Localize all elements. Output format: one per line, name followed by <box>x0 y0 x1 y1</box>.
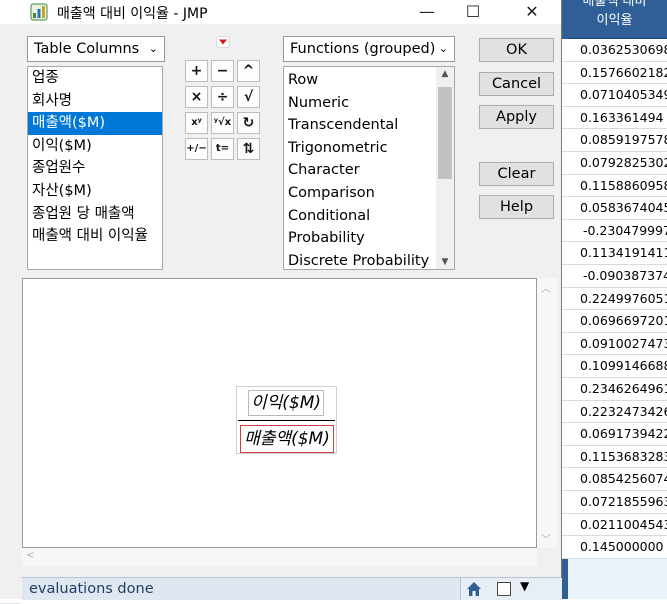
table-cell[interactable]: 0.2232473426 <box>562 400 667 424</box>
table-cell[interactable]: -0.090387374 <box>562 265 667 288</box>
table-columns-dropdown[interactable]: Table Columns ⌄ <box>27 36 165 62</box>
help-button[interactable]: Help <box>479 195 554 219</box>
root-button[interactable]: ʸ√x <box>211 112 234 134</box>
cancel-button[interactable]: Cancel <box>479 72 554 96</box>
function-category-item[interactable]: Numeric <box>284 92 454 115</box>
sqrt-button[interactable]: √ <box>237 86 260 108</box>
scroll-up-icon[interactable]: ︿ <box>541 280 551 295</box>
x-power-y-button[interactable]: xʸ <box>185 112 208 134</box>
minimize-button[interactable]: — <box>404 0 450 24</box>
formula-vertical-scrollbar[interactable]: ︿ ﹀ <box>537 278 557 548</box>
table-cell[interactable]: 0.1099146688 <box>562 355 667 378</box>
ok-button[interactable]: OK <box>479 38 554 62</box>
functions-dropdown-label: Functions (grouped) <box>290 41 436 57</box>
column-list-item[interactable]: 종업원 당 매출액 <box>28 203 162 226</box>
clear-button[interactable]: Clear <box>479 162 554 186</box>
table-cell[interactable]: 0.0696697201 <box>562 310 667 333</box>
home-icon[interactable] <box>466 581 482 597</box>
table-cell[interactable]: 0.2346264961 <box>562 378 667 401</box>
column-header-profit-margin[interactable]: 매출액 대비 이익율 <box>562 0 667 39</box>
function-category-item[interactable]: Comparison <box>284 182 454 205</box>
function-category-item[interactable]: Transcendental <box>284 114 454 137</box>
refresh-icon[interactable]: ↻ <box>237 112 260 134</box>
table-cell[interactable]: 0.145000000 <box>562 536 667 559</box>
table-cell[interactable]: 0.0583674045 <box>562 197 667 220</box>
scroll-down-icon[interactable]: ▼ <box>436 257 454 267</box>
column-list[interactable]: 업종 회사명 매출액($M) 이익($M) 종업원수 자산($M) 종업원 당 매출액 매출액… <box>27 66 163 270</box>
table-cell[interactable]: 0.0691739422 <box>562 423 667 446</box>
column-list-item[interactable]: 매출액($M) <box>28 112 162 135</box>
formula-editor-dialog: 매출액 대비 이익율 - JMP — ☐ ✕ Table Columns ⌄ 업… <box>0 0 562 600</box>
functions-dropdown[interactable]: Functions (grouped) ⌄ <box>283 36 455 62</box>
table-cell[interactable]: 0.1576602182 <box>562 61 667 85</box>
column-list-item[interactable]: 매출액 대비 이익율 <box>28 225 162 248</box>
function-category-item[interactable]: Trigonometric <box>284 137 454 160</box>
power-caret-button[interactable]: ^ <box>237 60 260 82</box>
scroll-down-icon[interactable]: ﹀ <box>541 531 551 546</box>
column-list-item[interactable]: 자산($M) <box>28 180 162 203</box>
fraction-bar <box>238 420 335 421</box>
scroll-thumb[interactable] <box>438 87 452 179</box>
close-button[interactable]: ✕ <box>509 0 555 24</box>
column-list-item[interactable]: 종업원수 <box>28 157 162 180</box>
caret-down-icon[interactable]: ▼ <box>520 579 529 593</box>
table-cell[interactable]: 0.0362530698 <box>562 39 667 62</box>
window-title: 매출액 대비 이익율 - JMP <box>57 6 208 22</box>
table-cell[interactable]: 0.0910027473 <box>562 332 667 356</box>
table-cell[interactable]: 0.1153683283 <box>562 445 667 469</box>
red-triangle-menu-icon[interactable] <box>216 36 230 48</box>
column-list-item[interactable]: 회사명 <box>28 90 162 113</box>
status-icons: ▼ <box>460 578 562 600</box>
maximize-button[interactable]: ☐ <box>450 0 496 24</box>
chevron-down-icon: ⌄ <box>438 42 448 55</box>
function-category-item[interactable]: Character <box>284 159 454 182</box>
operator-keypad: + − ^ × ÷ √ xʸ ʸ√x ↻ +/− t= ⇅ <box>185 60 263 160</box>
functions-list[interactable]: Row Numeric Transcendental Trigonometric Cha… <box>283 66 455 270</box>
formula-horizontal-scrollbar[interactable]: < <box>22 548 537 566</box>
table-cell[interactable]: 0.0854256074 <box>562 468 667 491</box>
table-cell[interactable]: 0.163361494 <box>562 106 667 130</box>
chevron-down-icon: ⌄ <box>148 42 158 55</box>
functions-scrollbar[interactable]: ▲ ▼ <box>436 67 454 269</box>
subtract-button[interactable]: − <box>211 60 234 82</box>
jmp-app-icon <box>30 3 48 21</box>
column-header-line1: 매출액 대비 <box>582 0 647 9</box>
title-bar[interactable]: 매출액 대비 이익율 - JMP — ☐ ✕ <box>0 0 561 24</box>
multiply-button[interactable]: × <box>185 86 208 108</box>
assign-button[interactable]: t= <box>211 138 234 160</box>
status-text: evaluations done <box>29 581 154 597</box>
table-cell[interactable]: 0.0710405349 <box>562 84 667 107</box>
table-cell[interactable]: 0.0859197578 <box>562 129 667 152</box>
column-list-item[interactable]: 업종 <box>28 67 162 90</box>
table-cell[interactable]: 0.1134191411 <box>562 242 667 265</box>
table-cell[interactable]: 0.0211004543 <box>562 513 667 537</box>
add-button[interactable]: + <box>185 60 208 82</box>
function-category-item[interactable]: Row <box>284 69 454 92</box>
table-columns-dropdown-label: Table Columns <box>34 41 140 57</box>
table-cell[interactable]: 0.1158860958 <box>562 174 667 198</box>
fraction-denominator[interactable]: 매출액($M) <box>240 425 334 453</box>
scroll-left-icon[interactable]: < <box>26 550 34 561</box>
table-cell[interactable]: 0.2249976051 <box>562 287 667 311</box>
swap-icon[interactable]: ⇅ <box>237 138 260 160</box>
table-cell[interactable]: 0.0721855963 <box>562 491 667 514</box>
background-table-right: 매출액 대비 이익율 0.0362530698 0.1576602182 0.071… <box>562 0 667 599</box>
apply-button[interactable]: Apply <box>479 105 554 129</box>
column-header-line2: 이익율 <box>596 13 633 28</box>
divide-button[interactable]: ÷ <box>211 86 234 108</box>
function-category-item[interactable]: Discrete Probability <box>284 250 454 269</box>
negate-button[interactable]: +/− <box>185 138 208 160</box>
function-category-item[interactable]: Probability <box>284 227 454 250</box>
status-bar: evaluations done ▼ <box>22 577 562 600</box>
function-category-item[interactable]: Conditional <box>284 205 454 228</box>
table-cell[interactable]: -0.230479997 <box>562 219 667 243</box>
fraction-numerator[interactable]: 이익($M) <box>248 390 324 416</box>
window-list-icon[interactable] <box>497 582 511 596</box>
column-list-item[interactable]: 이익($M) <box>28 135 162 158</box>
scroll-up-icon[interactable]: ▲ <box>436 69 454 79</box>
table-cell[interactable]: 0.0792825302 <box>562 152 667 175</box>
